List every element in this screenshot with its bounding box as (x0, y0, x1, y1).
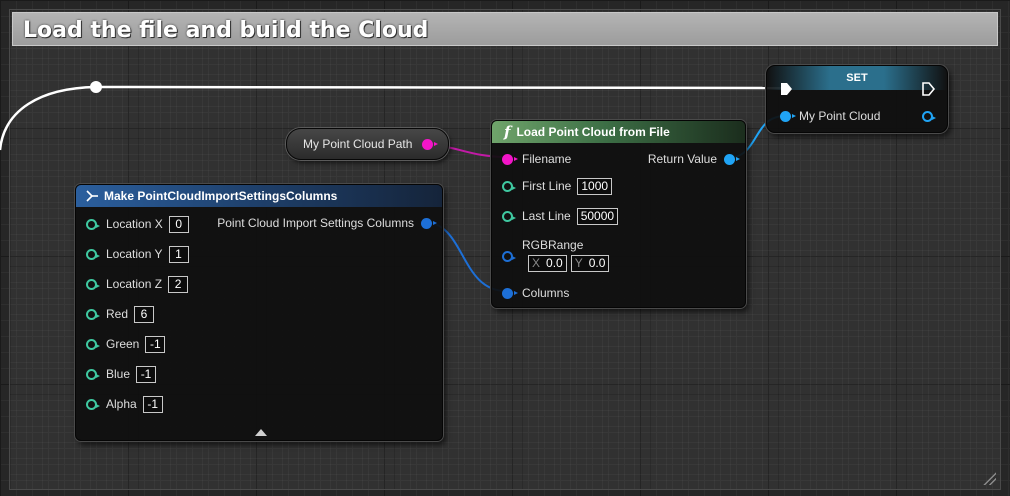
pin-row-filename: Filename (502, 150, 571, 168)
exec-output-pin-icon[interactable] (921, 82, 935, 96)
field-row-green: Green -1 (86, 335, 166, 353)
pin-row-return-value: Return Value (647, 150, 740, 168)
variable-label: My Point Cloud Path (303, 137, 413, 151)
make-node-title: Make PointCloudImportSettingsColumns (104, 189, 338, 203)
field-row-location-z: Location Z 2 (86, 275, 189, 293)
set-object-output-pin[interactable] (922, 111, 936, 122)
set-pin-label: My Point Cloud (799, 109, 881, 123)
make-output-label: Point Cloud Import Settings Columns (217, 216, 414, 230)
filename-label: Filename (522, 152, 572, 166)
blue-pin[interactable] (86, 368, 100, 380)
set-node-header[interactable]: SET (767, 66, 947, 90)
alpha-input[interactable]: -1 (142, 395, 163, 413)
return-value-label: Return Value (647, 152, 717, 166)
alpha-label: Alpha (106, 397, 137, 411)
rgb-range-input-pin[interactable] (502, 250, 516, 262)
red-label: Red (106, 307, 129, 321)
rgb-range-fields: X 0.0 Y 0.0 (528, 254, 613, 272)
green-input[interactable]: -1 (145, 335, 166, 353)
load-node-header[interactable]: f Load Point Cloud from File (492, 121, 745, 143)
first-line-input[interactable]: 1000 (577, 177, 613, 195)
alpha-pin[interactable] (86, 398, 100, 410)
exec-reroute-knot (90, 81, 102, 93)
pin-row-last-line: Last Line 50000 (502, 207, 619, 225)
green-label: Green (106, 337, 140, 351)
location-y-label: Location Y (106, 247, 163, 261)
set-node-title: SET (846, 72, 868, 84)
rgb-x-axis-label: X (532, 256, 541, 270)
exec-wire-to-set (95, 85, 787, 90)
field-row-location-y: Location Y 1 (86, 245, 189, 263)
exec-input-pin-icon[interactable] (779, 82, 793, 96)
location-y-input[interactable]: 1 (168, 245, 189, 263)
load-node-title: Load Point Cloud from File (516, 125, 670, 139)
function-icon: f (504, 123, 511, 141)
pin-row-first-line: First Line 1000 (502, 177, 613, 195)
rgb-y-axis-label: Y (574, 256, 583, 270)
exec-wire-in (0, 85, 97, 151)
columns-label: Columns (522, 286, 570, 300)
location-z-input[interactable]: 2 (168, 275, 189, 293)
blue-input[interactable]: -1 (136, 365, 157, 383)
blue-label: Blue (106, 367, 131, 381)
rgb-x-value: 0.0 (546, 256, 563, 270)
make-output-row: Point Cloud Import Settings Columns (217, 214, 437, 232)
make-node-header[interactable]: Make PointCloudImportSettingsColumns (76, 185, 442, 207)
last-line-input[interactable]: 50000 (576, 207, 619, 225)
location-z-label: Location Z (106, 277, 163, 291)
filename-input-pin[interactable] (502, 153, 518, 165)
green-pin[interactable] (86, 338, 100, 350)
make-struct-icon (86, 190, 98, 202)
location-x-input[interactable]: 0 (168, 215, 189, 233)
field-row-location-x: Location X 0 (86, 215, 189, 233)
set-pin-row: My Point Cloud (780, 107, 880, 125)
red-input[interactable]: 6 (134, 305, 155, 323)
return-value-output-pin[interactable] (724, 153, 740, 165)
last-line-input-pin[interactable] (502, 210, 516, 222)
last-line-label: Last Line (522, 209, 571, 223)
set-object-input-pin[interactable] (780, 110, 796, 122)
rgb-range-label: RGBRange (522, 238, 584, 252)
rgb-y-value: 0.0 (588, 256, 606, 270)
rgb-range-y-field[interactable]: Y 0.0 (570, 254, 610, 272)
variable-node-my-point-cloud-path[interactable]: My Point Cloud Path (286, 128, 449, 160)
import-settings-output-pin[interactable] (421, 217, 437, 229)
rgb-range-x-field[interactable]: X 0.0 (528, 254, 567, 272)
string-output-pin[interactable] (422, 139, 438, 150)
columns-input-pin[interactable] (502, 287, 518, 299)
location-z-pin[interactable] (86, 278, 100, 290)
field-row-blue: Blue -1 (86, 365, 157, 383)
first-line-input-pin[interactable] (502, 180, 516, 192)
load-point-cloud-node[interactable]: f Load Point Cloud from File Filename Re… (491, 120, 746, 308)
red-pin[interactable] (86, 308, 100, 320)
make-import-settings-columns-node[interactable]: Make PointCloudImportSettingsColumns Poi… (75, 184, 443, 441)
pin-row-columns: Columns (502, 284, 569, 302)
location-x-label: Location X (106, 217, 163, 231)
set-variable-node[interactable]: SET My Point Cloud (766, 65, 948, 133)
collapse-arrow-icon[interactable] (255, 429, 267, 436)
location-y-pin[interactable] (86, 248, 100, 260)
pin-row-rgb-range-label: RGBRange (522, 236, 583, 254)
pin-row-rgb-range (502, 247, 516, 265)
field-row-alpha: Alpha -1 (86, 395, 163, 413)
first-line-label: First Line (522, 179, 572, 193)
location-x-pin[interactable] (86, 218, 100, 230)
field-row-red: Red 6 (86, 305, 155, 323)
